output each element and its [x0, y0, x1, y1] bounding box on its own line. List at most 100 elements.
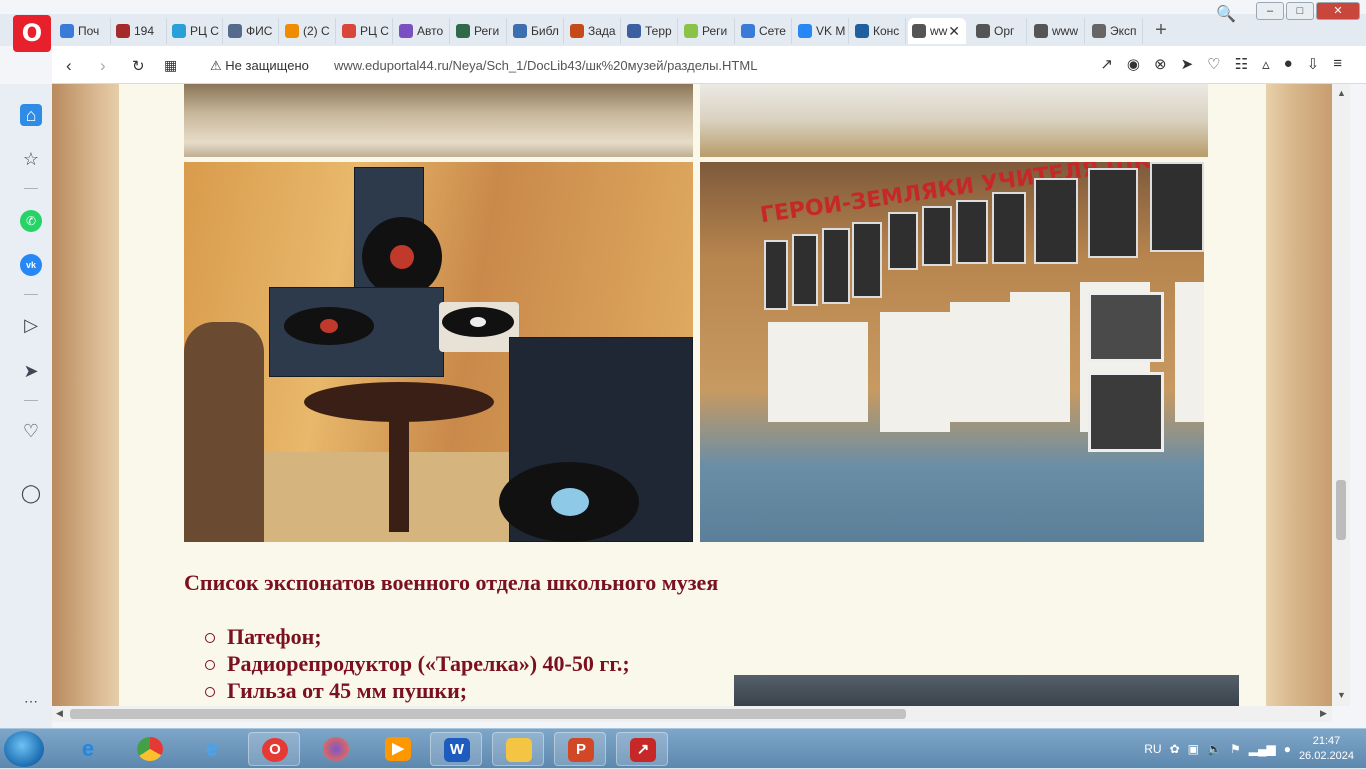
ie-icon: e [205, 736, 219, 761]
taskbar-word-button[interactable]: W [430, 732, 482, 766]
scroll-left-icon[interactable]: ◀ [56, 708, 63, 719]
scroll-right-icon[interactable]: ▶ [1320, 708, 1327, 719]
close-tab-icon[interactable]: ✕ [948, 23, 960, 40]
tray-network-icon[interactable]: ▣ [1188, 742, 1199, 756]
tab-12[interactable]: Сете [737, 18, 792, 44]
profile-icon[interactable]: ● [1284, 55, 1293, 73]
tab-4[interactable]: (2) С [281, 18, 336, 44]
photo-museum-wall: ГЕРОИ-ЗЕМЛЯКИ УЧИТЕЛЯ ШКОЛЫ [700, 162, 1204, 542]
flag-icon[interactable]: ⚑ [1230, 742, 1241, 756]
share-icon[interactable]: ↗ [1100, 55, 1113, 73]
close-window-button[interactable]: ✕ [1316, 2, 1360, 20]
menu-icon[interactable]: ≡ [1333, 55, 1342, 73]
exhibit-item: Патефон; [205, 624, 630, 651]
new-tab-button[interactable]: + [1150, 20, 1172, 42]
scroll-up-icon[interactable]: ▲ [1337, 88, 1346, 98]
tab-6[interactable]: Авто [395, 18, 450, 44]
taskbar-firefox-button[interactable] [310, 732, 362, 766]
volume-icon[interactable]: 🔈 [1207, 742, 1222, 756]
tab-favicon-icon [172, 24, 186, 38]
start-button[interactable] [4, 731, 44, 767]
taskbar-media-button[interactable]: ▶ [372, 732, 424, 766]
taskbar-opera-button[interactable]: O [248, 732, 300, 766]
exhibit-item: Гильза от 45 мм пушки; [205, 678, 630, 705]
tab-9[interactable]: Зада [566, 18, 621, 44]
back-icon[interactable]: ‹ [66, 56, 72, 76]
maximize-button[interactable]: □ [1286, 2, 1314, 20]
taskbar-ie-button[interactable]: e [62, 732, 114, 766]
tab-11[interactable]: Реги [680, 18, 735, 44]
warning-icon: ⚠ [210, 58, 222, 73]
taskbar-chrome-button[interactable] [124, 732, 176, 766]
whatsapp-icon[interactable]: ✆ [20, 210, 42, 232]
security-warning[interactable]: ⚠ Не защищено [210, 58, 309, 74]
tray-green-icon[interactable]: ● [1284, 742, 1291, 756]
tab-18[interactable]: Эксп [1088, 18, 1143, 44]
horizontal-scrollbar[interactable]: ◀ ▶ [52, 706, 1332, 722]
tab-favicon-icon [1034, 24, 1048, 38]
speed-dial-star-icon[interactable]: ☆ [20, 148, 42, 170]
opera-icon: O [262, 738, 288, 762]
horizontal-scroll-thumb[interactable] [70, 709, 906, 719]
favorites-heart-icon[interactable]: ♡ [20, 420, 42, 442]
vertical-scrollbar[interactable]: ▲ ▼ [1332, 84, 1350, 706]
search-tabs-icon[interactable]: 🔍 [1216, 4, 1236, 24]
tab-2[interactable]: РЦ С [168, 18, 223, 44]
minimize-button[interactable]: – [1256, 2, 1284, 20]
tips-lightbulb-icon[interactable]: ◯ [20, 482, 42, 504]
cart-icon[interactable]: ☷ [1235, 55, 1248, 73]
tab-16[interactable]: Орг [972, 18, 1027, 44]
send-sidebar-icon[interactable]: ➤ [20, 360, 42, 382]
tab-label: Поч [78, 24, 100, 38]
tab-5[interactable]: РЦ С [338, 18, 393, 44]
scroll-down-icon[interactable]: ▼ [1337, 690, 1346, 700]
tab-7[interactable]: Реги [452, 18, 507, 44]
tab-label: Библ [531, 24, 559, 38]
vertical-scroll-thumb[interactable] [1336, 480, 1346, 540]
parchment-border-left [52, 84, 119, 706]
presentation-icon: ↗ [630, 738, 656, 762]
tab-10[interactable]: Терр [623, 18, 678, 44]
bookmark-heart-icon[interactable]: ♡ [1207, 55, 1220, 73]
reload-icon[interactable]: ↻ [132, 57, 145, 75]
opera-logo-icon[interactable]: O [13, 15, 51, 52]
extensions-cube-icon[interactable]: ▵ [1262, 55, 1270, 73]
tab-1[interactable]: 194 [112, 18, 167, 44]
taskbar-app-button[interactable]: ↗ [616, 732, 668, 766]
tab-17[interactable]: www [1030, 18, 1085, 44]
tab-label: Сете [759, 24, 786, 38]
tab-favicon-icon [513, 24, 527, 38]
record-blue-label [499, 462, 639, 542]
clock[interactable]: 21:47 26.02.2024 [1299, 734, 1354, 764]
tab-favicon-icon [798, 24, 812, 38]
taskbar-edge-button[interactable]: e [186, 732, 238, 766]
taskbar-explorer-button[interactable] [492, 732, 544, 766]
browser-window: O Поч 194 РЦ С ФИС (2) С РЦ С Авто Реги Библ Зада… [0, 0, 1366, 728]
snapshot-icon[interactable]: ◉ [1127, 55, 1140, 73]
tab-favicon-icon [342, 24, 356, 38]
signal-icon[interactable]: ▂▄▆ [1249, 742, 1276, 756]
tab-favicon-icon [570, 24, 584, 38]
home-icon[interactable]: ⌂ [20, 104, 42, 126]
tab-8[interactable]: Библ [509, 18, 564, 44]
language-indicator[interactable]: RU [1144, 742, 1161, 756]
downloads-icon[interactable]: ⇩ [1307, 55, 1320, 73]
adblock-icon[interactable]: ⊗ [1154, 55, 1167, 73]
player-icon[interactable]: ▷ [20, 314, 42, 336]
tab-label: РЦ С [190, 24, 219, 38]
send-icon[interactable]: ➤ [1181, 55, 1194, 73]
address-bar-tools: ↗ ◉ ⊗ ➤ ♡ ☷ ▵ ● ⇩ ≡ [1100, 55, 1342, 73]
tab-3[interactable]: ФИС [224, 18, 279, 44]
forward-icon[interactable]: › [100, 56, 106, 76]
tab-0[interactable]: Поч [56, 18, 111, 44]
more-icon[interactable]: ⋯ [20, 690, 42, 712]
tab-13[interactable]: VK M [794, 18, 849, 44]
vk-icon[interactable]: vk [20, 254, 42, 276]
url-field[interactable]: www.eduportal44.ru/Neya/Sch_1/DocLib43/ш… [334, 58, 757, 73]
taskbar-powerpoint-button[interactable]: P [554, 732, 606, 766]
tray-app-icon[interactable]: ✿ [1170, 742, 1180, 756]
tab-15[interactable]: ww ✕ [908, 18, 966, 44]
tab-overview-icon[interactable]: ▦ [164, 57, 177, 74]
tab-label: Авто [417, 24, 444, 38]
tab-14[interactable]: Конс [851, 18, 906, 44]
